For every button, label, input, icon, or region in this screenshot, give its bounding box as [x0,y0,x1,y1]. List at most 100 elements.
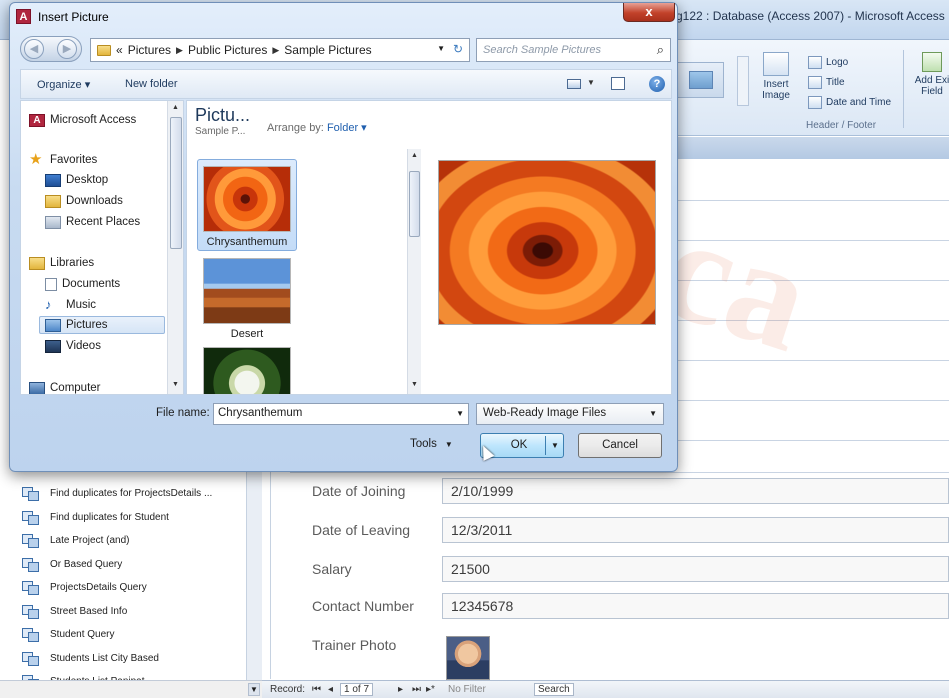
chrysanthemum-thumbnail [203,166,291,232]
sidebar-item-downloads[interactable]: Downloads [45,192,123,210]
sidebar-item-label: Videos [66,340,101,352]
last-record-icon[interactable]: ⏭ [412,684,421,695]
breadcrumb-sample-pictures[interactable]: Sample Pictures [284,43,371,57]
desktop-icon [45,173,61,187]
sidebar-item-favorites[interactable]: ★ Favorites [29,151,97,169]
close-button[interactable]: x [623,3,675,22]
breadcrumb-public-pictures[interactable]: Public Pictures [188,43,267,57]
preview-pane-icon[interactable] [611,77,625,90]
nav-item-label: Or Based Query [50,558,123,570]
gallery-scroll[interactable] [737,56,749,106]
image-gallery-thumb[interactable] [676,62,724,98]
sidebar-item-documents[interactable]: Documents [45,275,120,293]
nav-item-query[interactable]: Student Query [22,623,114,645]
scroll-up-arrow-icon[interactable]: ▲ [172,104,179,111]
scroll-thumb[interactable] [409,171,420,237]
record-position[interactable]: 1 of 7 [340,683,374,696]
nav-item-label: ProjectsDetails Query [50,581,147,593]
scroll-up-arrow-icon[interactable]: ▲ [411,152,418,159]
sidebar-item-microsoft-access[interactable]: A Microsoft Access [29,111,136,129]
search-placeholder: Search Sample Pictures [483,44,601,56]
nav-item-query[interactable]: Late Project (and) [22,529,130,551]
file-item-desert[interactable]: Desert [197,252,297,344]
file-type-dropdown-icon[interactable]: ▼ [649,409,657,418]
trainer-photo[interactable] [446,636,490,680]
view-dropdown-icon[interactable]: ▼ [587,78,595,87]
grid-line [676,400,949,401]
next-record-icon[interactable]: ▸ [398,684,403,695]
sidebar-item-pictures[interactable]: Pictures [39,316,165,334]
file-item-chrysanthemum[interactable]: Chrysanthemum [197,159,297,251]
tools-menu[interactable]: Tools ▼ [410,438,453,450]
sidebar-item-videos[interactable]: Videos [45,337,101,355]
refresh-icon[interactable]: ↻ [453,42,463,56]
change-view-icon[interactable] [567,79,581,89]
field-salary[interactable]: 21500 [442,556,949,582]
dialog-title: Insert Picture [38,10,109,24]
breadcrumb-separator-icon[interactable]: ▶ [176,45,183,56]
sidebar-item-libraries[interactable]: Libraries [29,254,94,272]
forward-arrow-icon[interactable]: ▶ [57,39,77,59]
nav-item-query[interactable]: Street Based Info [22,600,127,622]
address-dropdown-icon[interactable]: ▼ [437,44,445,53]
logo-button[interactable]: Logo [808,52,891,72]
folder-navigation-pane: A Microsoft Access ★ Favorites Desktop D… [20,100,184,395]
sidebar-item-label: Computer [50,382,101,394]
nav-item-query[interactable]: Find duplicates for Student [22,506,169,528]
navigation-scrollbar[interactable] [246,470,262,680]
nav-item-query[interactable]: Students List City Based [22,647,159,669]
split-divider [545,436,546,455]
breadcrumb-pictures[interactable]: Pictures [128,43,171,57]
organize-menu[interactable]: Organize ▾ [37,78,90,91]
prev-record-icon[interactable]: ◂ [328,684,333,695]
file-name-label: File name: [156,407,210,419]
file-name-input[interactable]: Chrysanthemum ▼ [213,403,469,425]
arrange-dropdown[interactable]: Folder ▾ [327,122,367,134]
breadcrumb-separator-icon[interactable]: ▶ [272,45,279,56]
file-name-value: Chrysanthemum [218,407,303,419]
search-box[interactable]: Search [534,683,574,696]
ok-dropdown-icon[interactable]: ▼ [551,434,559,457]
access-app-icon: A [16,9,31,24]
new-folder-button[interactable]: New folder [125,78,178,90]
tools-dropdown-icon: ▼ [444,440,453,449]
file-list-scrollbar[interactable]: ▲ ▼ [407,149,421,394]
nav-item-query[interactable]: ProjectsDetails Query [22,576,147,598]
insert-image-button[interactable]: Insert Image [752,52,800,101]
field-contact-number[interactable]: 12345678 [442,593,949,619]
cancel-button[interactable]: Cancel [578,433,662,458]
date-time-button[interactable]: Date and Time [808,92,891,112]
file-name: Chrysanthemum [206,236,288,248]
file-type-select[interactable]: Web-Ready Image Files ▼ [476,403,664,425]
sidebar-item-desktop[interactable]: Desktop [45,171,108,189]
nav-item-query[interactable]: Or Based Query [22,553,122,575]
scroll-down-arrow-icon[interactable]: ▼ [248,683,260,696]
no-filter-indicator[interactable]: No Filter [448,684,486,695]
left-pane-scrollbar[interactable]: ▲ ▼ [167,101,183,394]
field-date-of-joining[interactable]: 2/10/1999 [442,478,949,504]
sidebar-item-label: Pictures [66,319,108,331]
help-icon[interactable]: ? [649,76,665,92]
file-name-dropdown-icon[interactable]: ▼ [456,409,464,418]
field-date-of-leaving[interactable]: 12/3/2011 [442,517,949,543]
new-record-icon[interactable]: ▸* [426,684,435,695]
search-input[interactable]: Search Sample Pictures ⌕ [476,38,671,62]
first-record-icon[interactable]: ⏮ [312,684,321,695]
sidebar-item-music[interactable]: ♪ Music [45,296,96,314]
add-existing-fields-button[interactable]: Add Exi Field [912,52,949,97]
address-bar[interactable]: « Pictures ▶ Public Pictures ▶ Sample Pi… [90,38,470,62]
grid-line [676,360,949,361]
star-icon: ★ [29,150,43,168]
scroll-down-arrow-icon[interactable]: ▼ [172,381,179,388]
search-icon[interactable]: ⌕ [657,42,664,58]
scroll-down-arrow-icon[interactable]: ▼ [411,381,418,388]
sidebar-item-recent-places[interactable]: Recent Places [45,213,140,231]
scroll-thumb[interactable] [170,117,182,249]
arrange-label: Arrange by: [267,122,324,134]
breadcrumb-prefix: « [116,43,123,57]
sidebar-item-computer[interactable]: Computer [29,379,101,394]
back-arrow-icon[interactable]: ◀ [24,39,44,59]
nav-item-query[interactable]: Find duplicates for ProjectsDetails ... [22,482,212,504]
title-button[interactable]: Title [808,72,891,92]
file-item-hydrangeas[interactable] [197,341,297,394]
